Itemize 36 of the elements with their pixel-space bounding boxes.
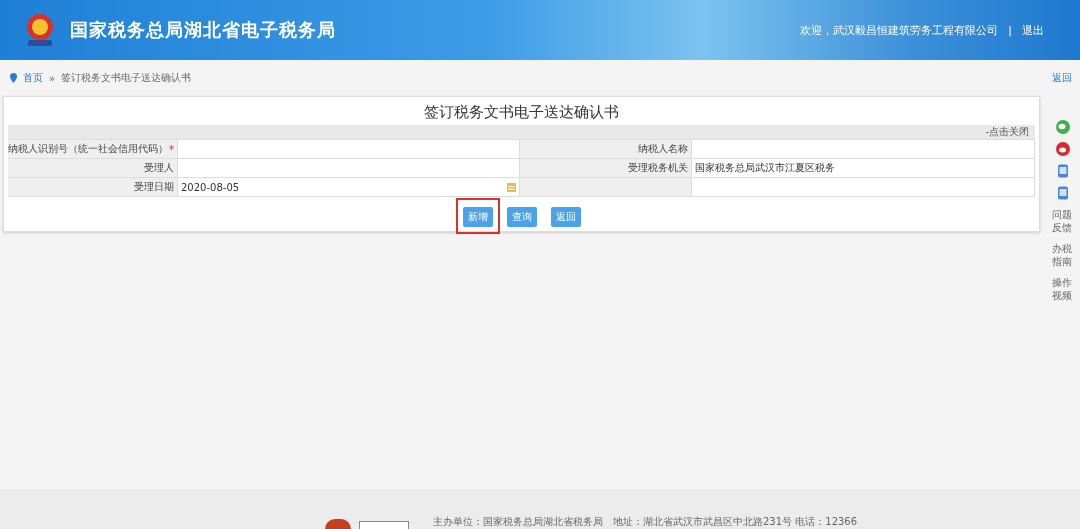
field-value: 国家税务总局武汉市江夏区税务 bbox=[695, 161, 835, 175]
input-field[interactable]: 2020-08-05 bbox=[178, 178, 520, 197]
field-label: 受理日期 bbox=[134, 180, 174, 194]
input-field[interactable] bbox=[178, 140, 520, 159]
breadcrumb-current: 签订税务文书电子送达确认书 bbox=[61, 71, 192, 85]
calendar-icon[interactable] bbox=[507, 182, 516, 192]
input-field[interactable] bbox=[692, 140, 1035, 159]
form-title: 签订税务文书电子送达确认书 bbox=[423, 102, 620, 123]
home-link[interactable]: 首页 bbox=[23, 71, 43, 85]
required-mark: * bbox=[169, 143, 174, 155]
back-link[interactable]: 返回 bbox=[1052, 71, 1072, 85]
field-label: 受理人 bbox=[144, 161, 174, 175]
separator: | bbox=[1008, 23, 1012, 37]
input-field[interactable]: 国家税务总局武汉市江夏区税务 bbox=[692, 159, 1035, 178]
footer-text: 主办单位：国家税务总局湖北省税务局 地址：湖北省武汉市武昌区中北路231号 电话：12366 bbox=[433, 515, 858, 529]
chat-icon[interactable] bbox=[1056, 120, 1070, 134]
side-link[interactable]: 办税指南 bbox=[1052, 242, 1074, 268]
field-label: 受理税务机关 bbox=[628, 161, 688, 175]
site-title: 国家税务总局湖北省电子税务局 bbox=[70, 18, 336, 42]
side-link[interactable]: 操作视频 bbox=[1052, 276, 1074, 302]
field-value: 2020-08-05 bbox=[181, 181, 240, 193]
side-link[interactable]: 问题反馈 bbox=[1052, 208, 1074, 234]
logout-link[interactable]: 退出 bbox=[1022, 22, 1044, 38]
breadcrumb-separator: » bbox=[49, 72, 56, 84]
footer-emblem-icon bbox=[325, 519, 351, 529]
mobile-app-icon[interactable] bbox=[1057, 164, 1069, 178]
welcome-text: 欢迎，武汉毅昌恒建筑劳务工程有限公司 bbox=[800, 22, 999, 38]
footer-logo-icon bbox=[359, 521, 409, 529]
weibo-icon[interactable] bbox=[1056, 142, 1070, 156]
location-pin-icon bbox=[10, 73, 17, 83]
input-field[interactable] bbox=[692, 178, 1035, 197]
mobile-app-icon[interactable] bbox=[1057, 186, 1069, 200]
field-label: 纳税人名称 bbox=[638, 142, 688, 156]
close-link[interactable]: -点击关闭 bbox=[985, 125, 1029, 139]
input-field[interactable] bbox=[178, 159, 520, 178]
field-label: 纳税人识别号（统一社会信用代码） bbox=[8, 142, 168, 156]
